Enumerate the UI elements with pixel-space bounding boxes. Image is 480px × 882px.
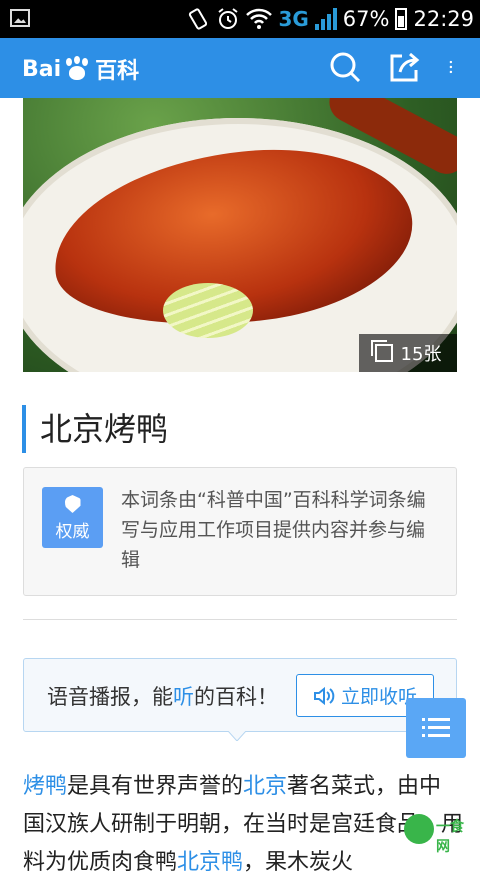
paw-icon — [63, 56, 93, 82]
authority-badge-label: 权威 — [55, 522, 90, 542]
battery-percent: 67% — [342, 7, 390, 31]
status-icons: 3G 67% 22:29 — [186, 0, 474, 38]
baidu-baike-logo[interactable]: Bai 百科 — [22, 53, 139, 85]
clock: 22:29 — [413, 7, 474, 31]
authority-description: 本词条由“科普中国”百科科学词条编写与应用工作项目提供内容并参与编辑 — [121, 489, 426, 571]
voice-label: 语音播报，能听的百科！ — [47, 681, 278, 711]
link-kaoya[interactable]: 烤鸭 — [23, 774, 67, 799]
speaker-icon — [313, 686, 335, 705]
table-of-contents-button[interactable] — [406, 698, 466, 758]
garnish — [163, 283, 253, 338]
network-type: 3G — [278, 7, 309, 31]
signal-icon — [314, 8, 337, 30]
wifi-icon — [246, 8, 273, 29]
watermark-text: 一食网 — [436, 819, 464, 855]
battery-icon — [395, 8, 408, 30]
page-title: 北京烤鸭 — [22, 405, 168, 453]
summary-text: 是具有世界声誉的 — [67, 774, 244, 799]
authority-badge[interactable]: 权威 — [42, 487, 103, 548]
voice-broadcast-banner: 语音播报，能听的百科！ 立即收听 — [23, 658, 457, 732]
watermark-logo-icon — [404, 814, 434, 844]
logo-text-left: Bai — [22, 56, 62, 82]
shield-icon — [64, 495, 81, 513]
photo-count-badge[interactable]: 15张 — [359, 334, 457, 372]
search-icon[interactable] — [328, 50, 362, 84]
banner-pointer — [228, 731, 246, 741]
entry-summary: 烤鸭是具有世界声誉的北京著名菜式，由中国汉族人研制于明朝，在当时是宫廷食品，用料… — [23, 768, 463, 882]
voice-label-highlight: 听 — [173, 685, 194, 709]
link-beijing[interactable]: 北京 — [243, 774, 287, 799]
photo-count: 15张 — [400, 344, 442, 365]
vibrate-icon — [189, 8, 208, 30]
watermark: 一食网 — [404, 812, 476, 855]
voice-label-prefix: 语音播报，能 — [47, 685, 173, 709]
voice-label-suffix: 的百科！ — [194, 685, 278, 709]
list-icon — [422, 718, 450, 737]
share-icon[interactable] — [388, 50, 422, 84]
entry-photo[interactable]: 15张 — [23, 98, 457, 372]
divider — [23, 619, 457, 620]
gallery-icon — [370, 340, 393, 362]
app-bar: Bai 百科 — [0, 38, 480, 98]
logo-text-right: 百科 — [95, 59, 140, 84]
authority-notice: 权威 本词条由“科普中国”百科科学词条编写与应用工作项目提供内容并参与编辑 — [23, 467, 457, 596]
more-icon[interactable] — [448, 50, 462, 84]
status-bar: 3G 67% 22:29 — [0, 0, 480, 38]
alarm-icon — [218, 8, 239, 29]
image-icon — [10, 9, 30, 27]
